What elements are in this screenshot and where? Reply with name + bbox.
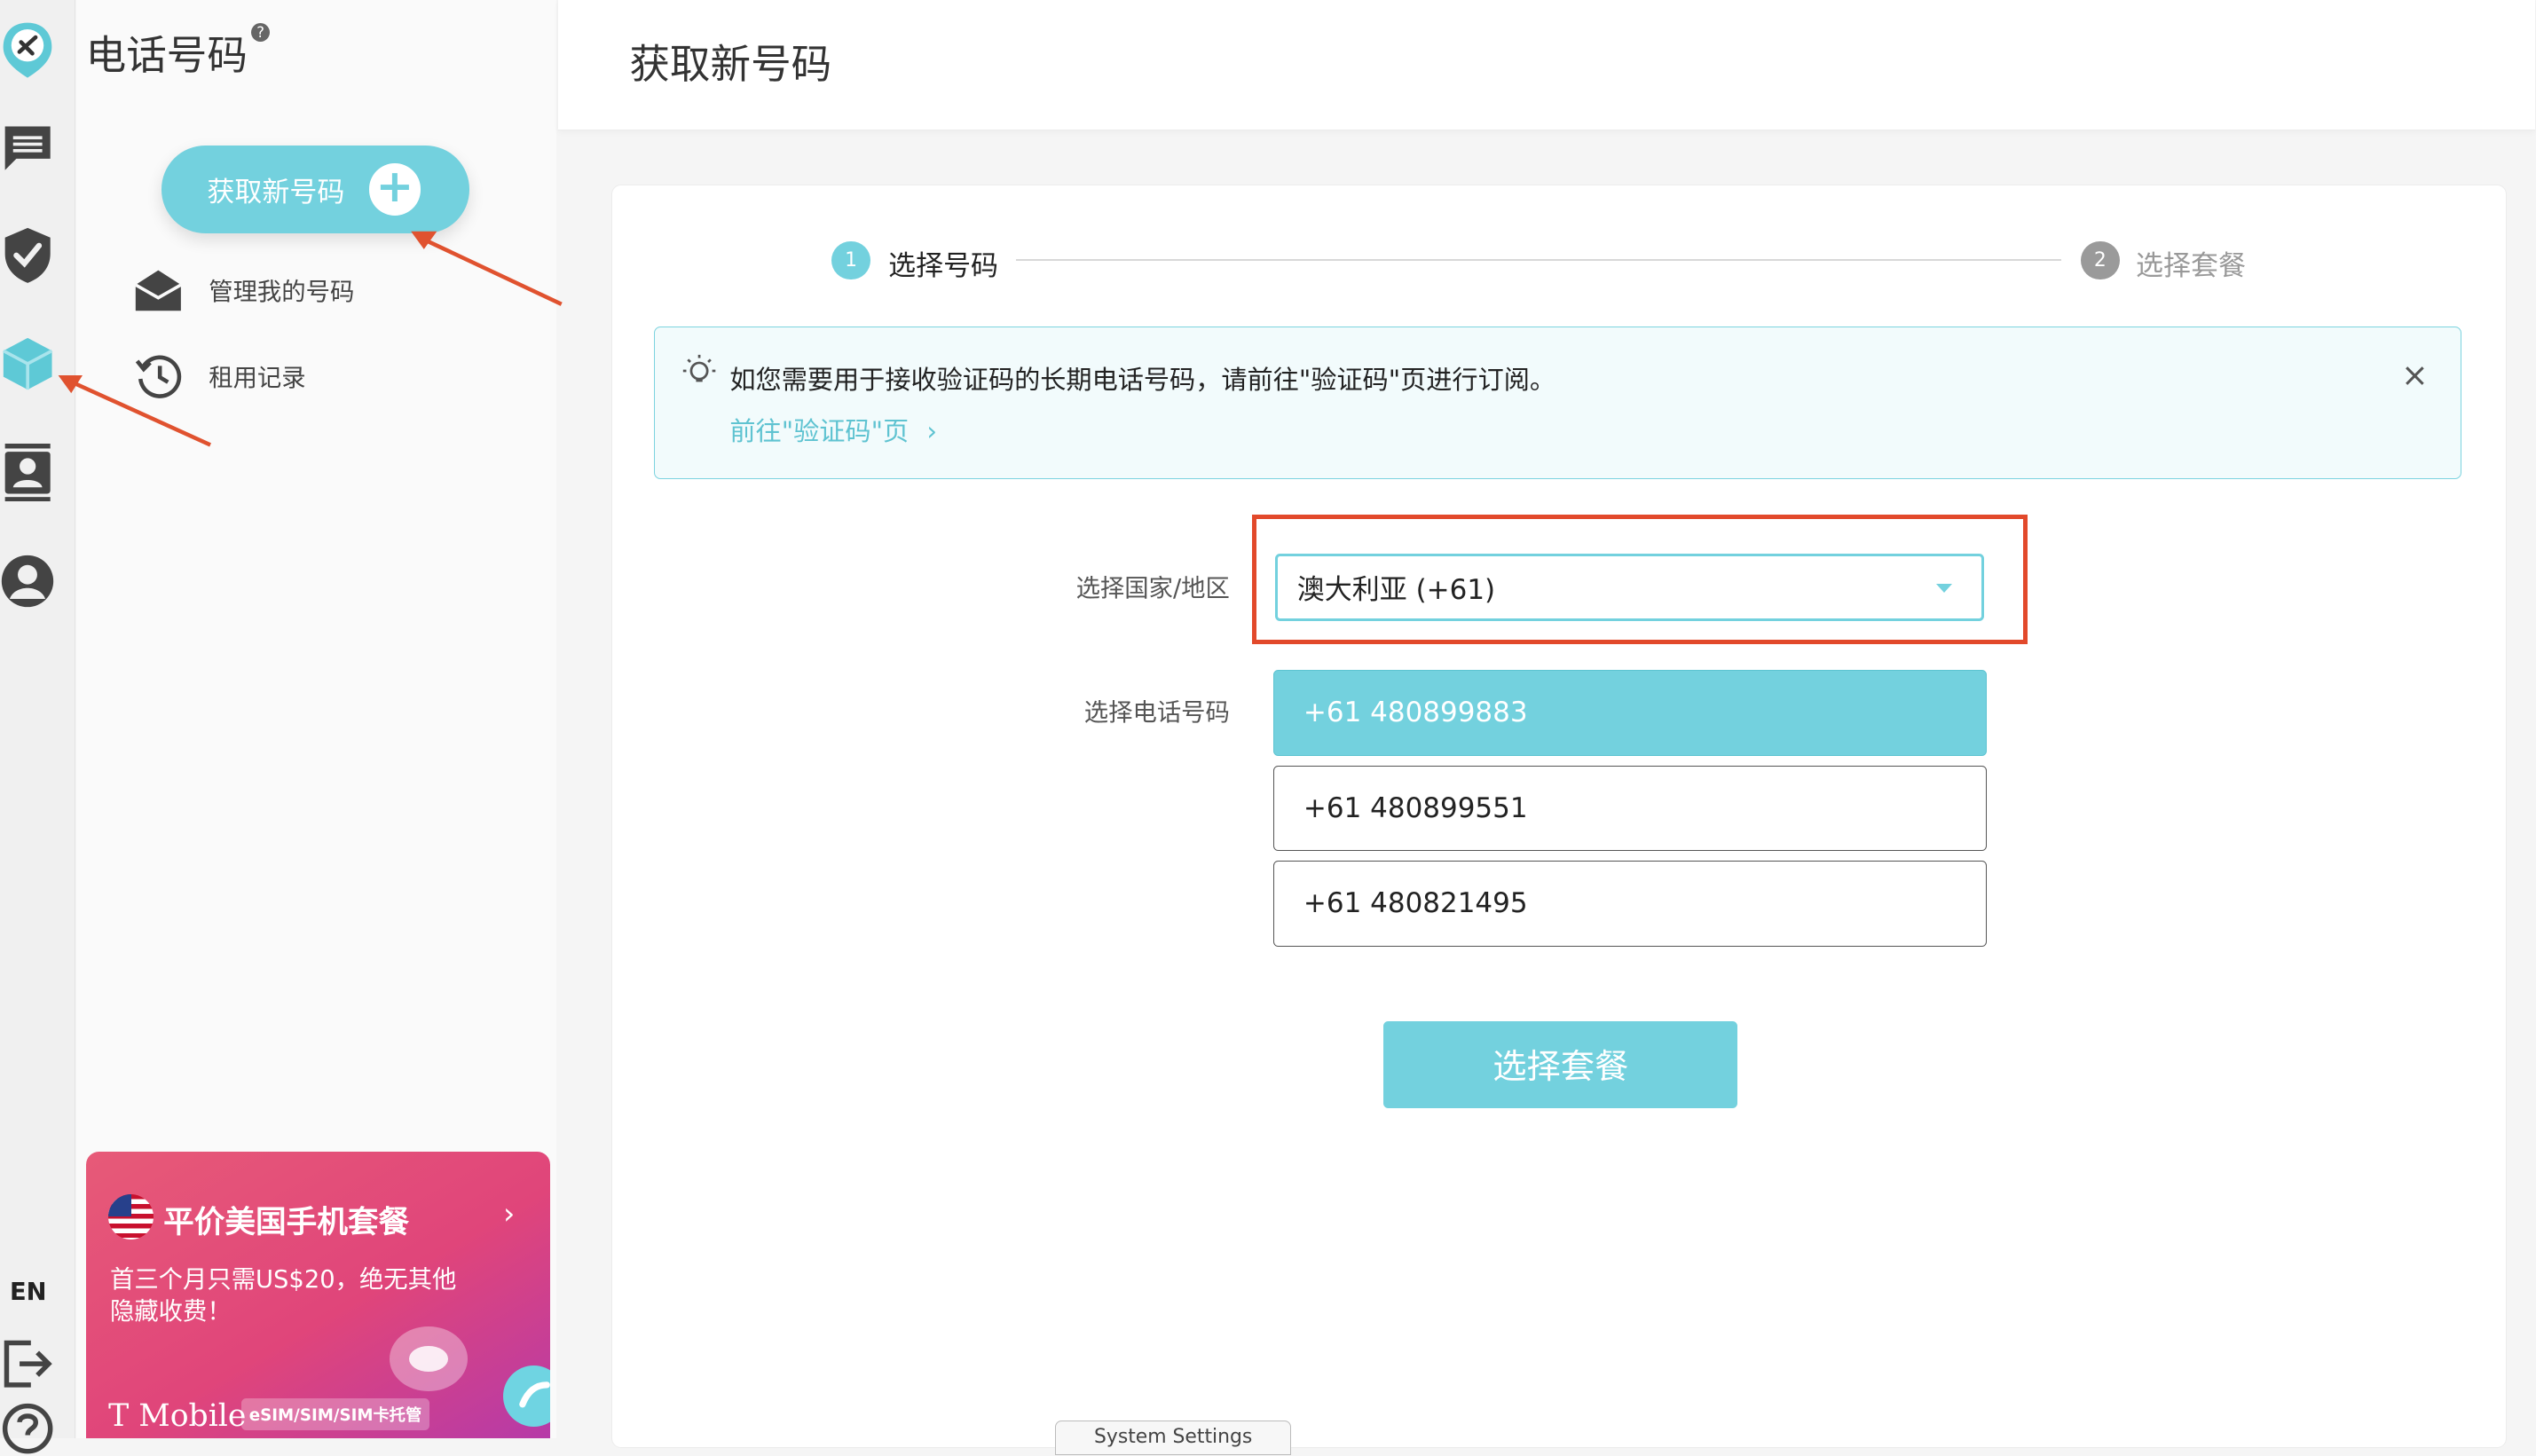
annotation-arrows xyxy=(58,231,563,447)
